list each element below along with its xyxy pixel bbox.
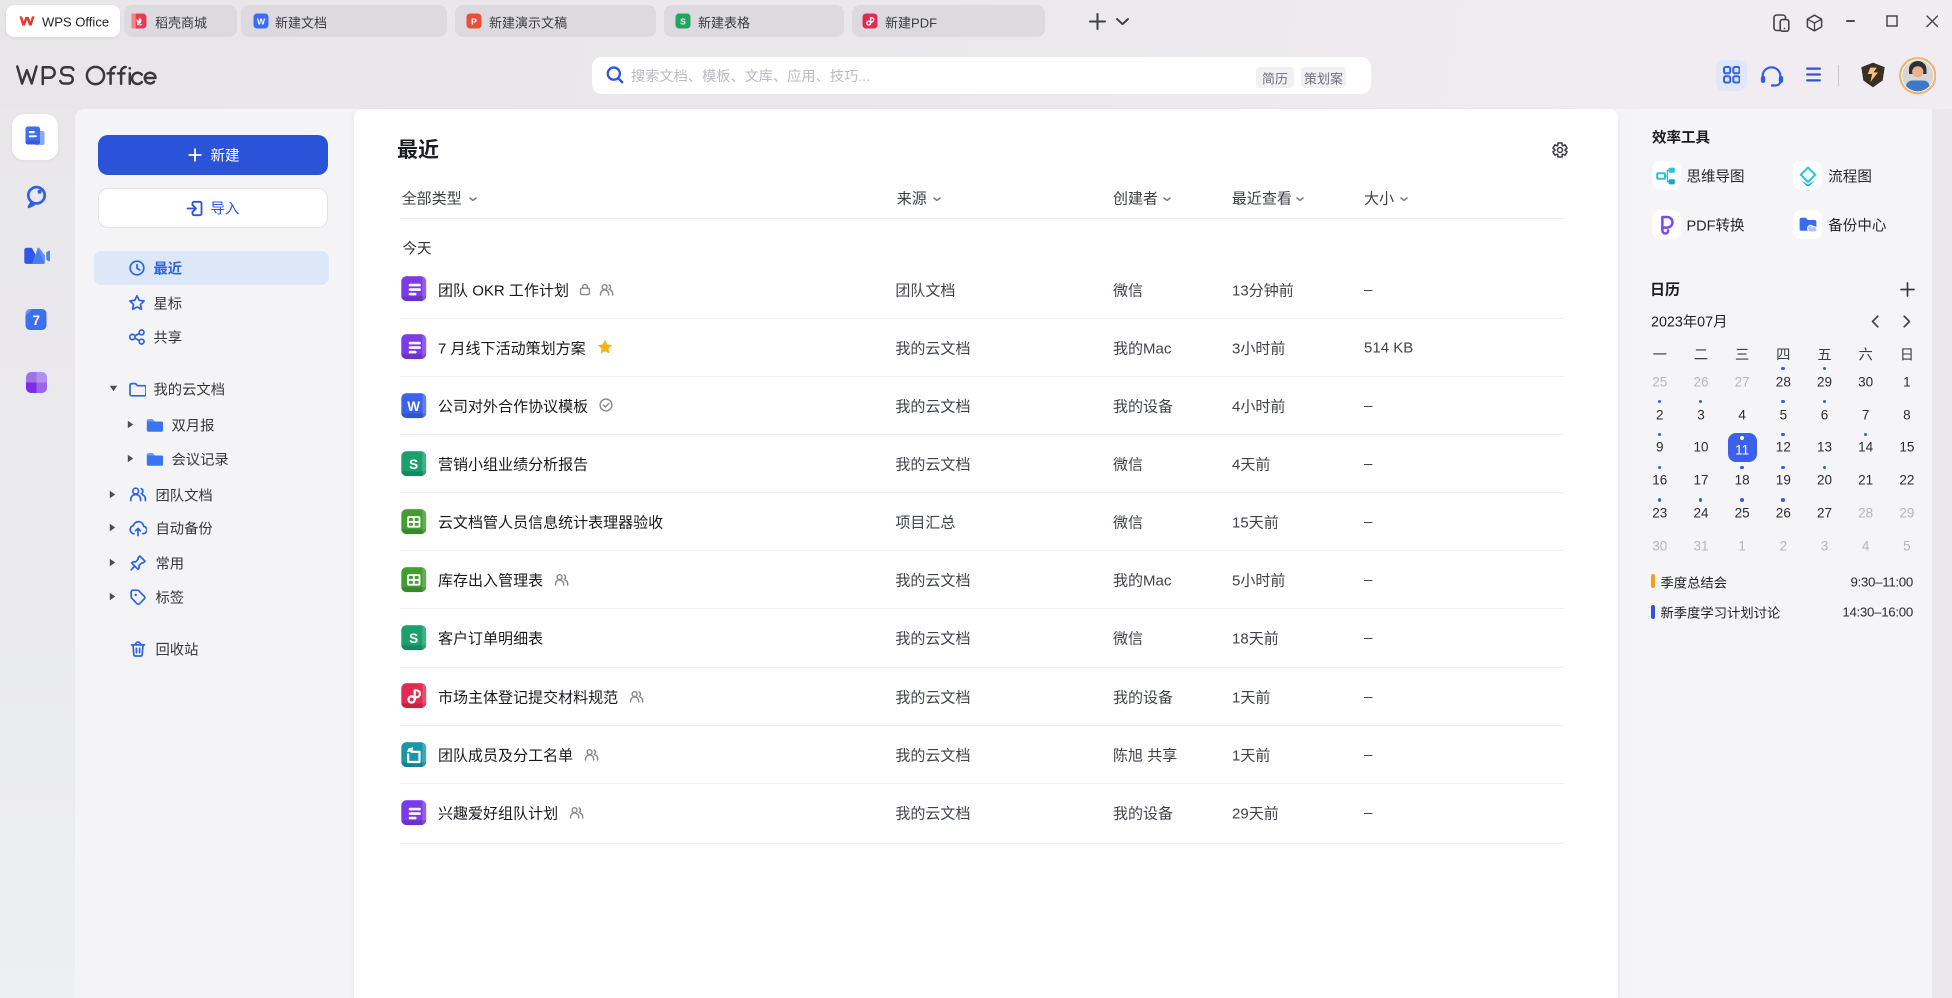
svg-text:W: W <box>256 17 265 27</box>
svg-text:S: S <box>409 631 418 646</box>
svg-text:W: W <box>407 398 420 413</box>
svg-text:S: S <box>680 17 686 27</box>
svg-text:7: 7 <box>33 313 41 328</box>
svg-text:P: P <box>471 17 477 27</box>
svg-text:S: S <box>409 457 418 472</box>
